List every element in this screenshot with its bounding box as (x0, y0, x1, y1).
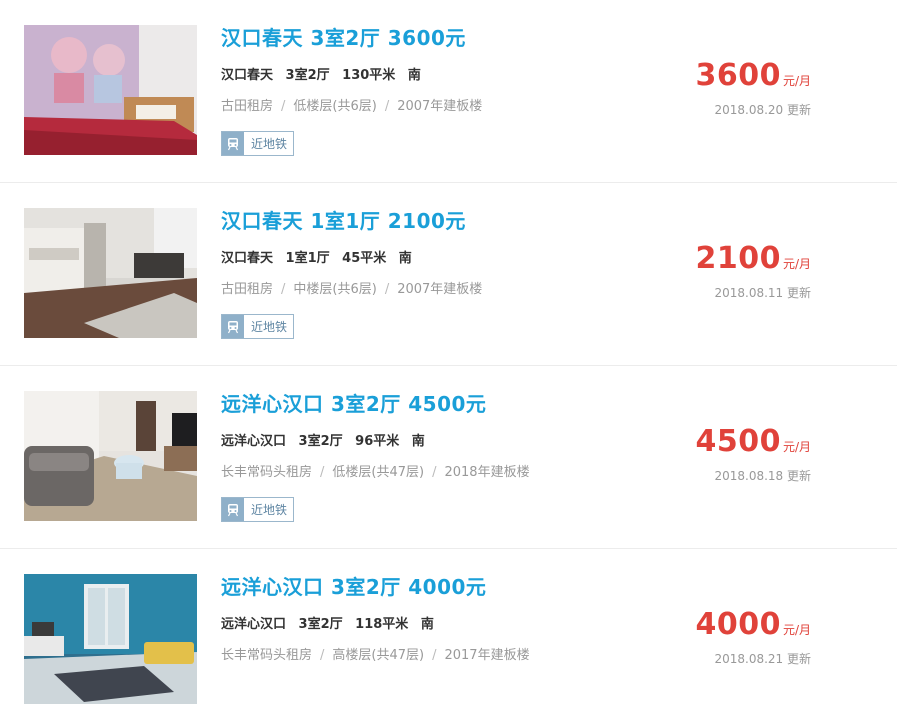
separator: / (432, 465, 437, 480)
building-info: 2007年建板楼 (397, 99, 483, 114)
community-name: 汉口春天 (221, 68, 274, 83)
separator: / (281, 99, 286, 114)
floor-area: 96平米 (355, 434, 400, 449)
separator: / (281, 282, 286, 297)
tag-label: 近地铁 (251, 503, 288, 517)
separator: / (432, 648, 437, 663)
bedroom-photo-icon (24, 25, 197, 155)
separator: / (320, 465, 325, 480)
listing-meta: 古田租房 / 低楼层(共6层) / 2007年建板楼 (221, 95, 482, 114)
price-value: 2100 (695, 241, 781, 276)
orientation: 南 (407, 68, 421, 83)
price-value: 4000 (695, 607, 781, 642)
subway-icon (222, 315, 244, 338)
listing-item[interactable]: 汉口春天 3室2厅 3600元 汉口春天 3室2厅 130平米 南 古田租房 / 低… (0, 0, 897, 183)
listing-item[interactable]: 远洋心汉口 3室2厅 4000元 远洋心汉口 3室2厅 118平米 南 长丰常码… (0, 549, 897, 704)
updated-date: 2018.08.20 更新 (714, 103, 811, 117)
listing-summary: 汉口春天 3室2厅 130平米 南 (221, 64, 429, 83)
listing-list: 汉口春天 3室2厅 3600元 汉口春天 3室2厅 130平米 南 古田租房 / 低… (0, 0, 897, 704)
listing-summary: 远洋心汉口 3室2厅 96平米 南 (221, 430, 433, 449)
room-layout: 3室2厅 (298, 617, 343, 632)
building-info: 2017年建板楼 (444, 648, 530, 663)
floor-area: 118平米 (355, 617, 409, 632)
tag-label: 近地铁 (251, 137, 288, 151)
room-layout: 3室2厅 (285, 68, 330, 83)
room-layout: 3室2厅 (298, 434, 343, 449)
listing-item[interactable]: 汉口春天 1室1厅 2100元 汉口春天 1室1厅 45平米 南 古田租房 / 中楼… (0, 183, 897, 366)
district-link[interactable]: 长丰常码头租房 (221, 465, 312, 480)
subway-icon (222, 498, 244, 521)
updated-date: 2018.08.18 更新 (714, 469, 811, 483)
blue-wall-room-photo-icon (24, 574, 197, 704)
listing-photo[interactable] (24, 208, 197, 338)
listing-photo[interactable] (24, 391, 197, 521)
listing-title[interactable]: 远洋心汉口 3室2厅 4500元 (221, 388, 486, 417)
listing-summary: 汉口春天 1室1厅 45平米 南 (221, 247, 420, 266)
price-unit: 元/月 (782, 257, 811, 271)
listing-photo[interactable] (24, 574, 197, 704)
price-unit: 元/月 (782, 74, 811, 88)
separator: / (320, 648, 325, 663)
floor-info: 中楼层(共6层) (293, 282, 377, 297)
updated-date: 2018.08.11 更新 (714, 286, 811, 300)
orientation: 南 (398, 251, 412, 266)
listing-title[interactable]: 汉口春天 1室1厅 2100元 (221, 205, 466, 234)
price-value: 4500 (695, 424, 781, 459)
building-info: 2018年建板楼 (444, 465, 530, 480)
price-value: 3600 (695, 58, 781, 93)
subway-icon (222, 132, 244, 155)
price: 3600 元/月 (695, 58, 811, 93)
separator: / (384, 282, 390, 297)
near-subway-tag: 近地铁 (221, 497, 295, 522)
price: 4000 元/月 (695, 607, 811, 642)
separator: / (384, 99, 390, 114)
price: 4500 元/月 (695, 424, 811, 459)
floor-info: 低楼层(共47层) (332, 465, 425, 480)
floor-info: 低楼层(共6层) (293, 99, 377, 114)
floor-area: 45平米 (342, 251, 387, 266)
floor-info: 高楼层(共47层) (332, 648, 425, 663)
room-layout: 1室1厅 (285, 251, 330, 266)
building-info: 2007年建板楼 (397, 282, 483, 297)
near-subway-tag: 近地铁 (221, 131, 295, 156)
price-unit: 元/月 (782, 623, 811, 637)
floor-area: 130平米 (342, 68, 396, 83)
orientation: 南 (420, 617, 434, 632)
listing-item[interactable]: 远洋心汉口 3室2厅 4500元 远洋心汉口 3室2厅 96平米 南 长丰常码头… (0, 366, 897, 549)
district-link[interactable]: 长丰常码头租房 (221, 648, 312, 663)
listing-title[interactable]: 远洋心汉口 3室2厅 4000元 (221, 571, 486, 600)
tag-label: 近地铁 (251, 320, 288, 334)
district-link[interactable]: 古田租房 (221, 99, 273, 114)
price: 2100 元/月 (695, 241, 811, 276)
price-unit: 元/月 (782, 440, 811, 454)
district-link[interactable]: 古田租房 (221, 282, 273, 297)
sofa-room-photo-icon (24, 391, 197, 521)
listing-meta: 长丰常码头租房 / 低楼层(共47层) / 2018年建板楼 (221, 461, 530, 480)
updated-date: 2018.08.21 更新 (714, 652, 811, 666)
listing-summary: 远洋心汉口 3室2厅 118平米 南 (221, 613, 442, 632)
community-name: 远洋心汉口 (221, 434, 287, 449)
community-name: 远洋心汉口 (221, 617, 287, 632)
orientation: 南 (411, 434, 425, 449)
listing-meta: 古田租房 / 中楼层(共6层) / 2007年建板楼 (221, 278, 482, 297)
community-name: 汉口春天 (221, 251, 274, 266)
near-subway-tag: 近地铁 (221, 314, 295, 339)
living-room-photo-icon (24, 208, 197, 338)
listing-photo[interactable] (24, 25, 197, 155)
listing-title[interactable]: 汉口春天 3室2厅 3600元 (221, 22, 466, 51)
listing-meta: 长丰常码头租房 / 高楼层(共47层) / 2017年建板楼 (221, 644, 530, 663)
